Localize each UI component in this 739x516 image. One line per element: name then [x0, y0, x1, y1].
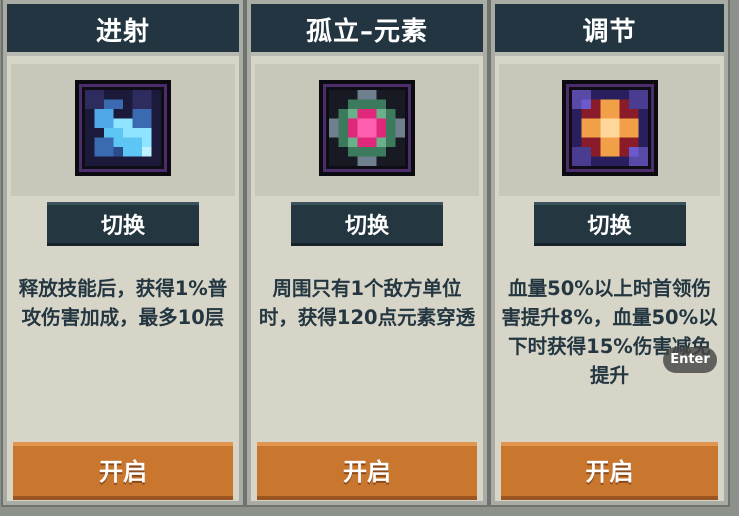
talent-description: 释放技能后，获得1%普攻伤害加成，最多10层: [18, 277, 228, 329]
card-title: 进射: [7, 4, 239, 56]
talent-card-2: 孤立–元素 切换 周围只有1个敌方单位时，获得120点元素穿透 开启: [247, 0, 487, 505]
enable-button[interactable]: 开启: [501, 442, 718, 500]
icon-well: [11, 64, 235, 196]
element-orb-icon: [319, 80, 415, 176]
talent-card-1: 进射 切换 释放技能后，获得1%普攻伤害加成，最多10层 开启: [3, 0, 243, 505]
enter-key-hint[interactable]: Enter: [663, 347, 717, 373]
switch-button[interactable]: 切换: [47, 202, 199, 246]
enable-button[interactable]: 开启: [257, 442, 477, 500]
talent-description: 周围只有1个敌方单位时，获得120点元素穿透: [258, 277, 476, 329]
icon-well: [499, 64, 720, 196]
switch-button[interactable]: 切换: [533, 202, 686, 246]
switch-button[interactable]: 切换: [291, 202, 443, 246]
enable-button[interactable]: 开启: [13, 442, 233, 500]
radiant-star-icon: [561, 80, 658, 176]
card-title: 孤立–元素: [251, 4, 483, 56]
card-title: 调节: [495, 4, 724, 56]
ice-burst-icon: [75, 80, 171, 176]
talent-card-3: 调节 切换 血量50%以上时首领伤害提升8%，血量50%以下时获得15%伤害减免…: [491, 0, 728, 505]
icon-well: [255, 64, 479, 196]
